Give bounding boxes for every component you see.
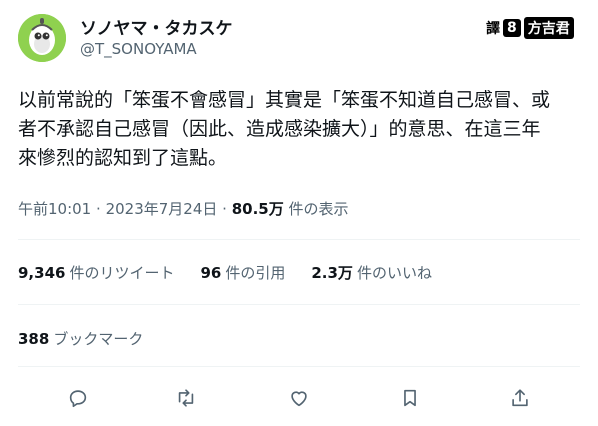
action-bar <box>18 384 580 412</box>
views-count: 80.5万 <box>231 200 284 218</box>
retweets-label: 件のリツイート <box>69 264 175 282</box>
translator-name: 方吉君 <box>523 17 574 39</box>
translator-label: 譯 <box>486 21 500 37</box>
tweet-text: 以前常說的「笨蛋不會感冒」其實是「笨蛋不知道自己感冒、或 者不承認自己感冒（因此… <box>18 89 551 169</box>
quotes-stat[interactable]: 96 件の引用 <box>200 262 285 283</box>
quotes-count: 96 <box>200 264 222 282</box>
likes-count: 2.3万 <box>311 264 353 282</box>
reply-icon <box>69 390 87 408</box>
bookmarks-label: ブックマーク <box>53 330 144 348</box>
like-button[interactable] <box>285 384 313 412</box>
retweets-count: 9,346 <box>18 264 66 282</box>
reply-button[interactable] <box>64 384 92 412</box>
meta-separator: · <box>222 200 227 218</box>
retweet-button[interactable] <box>172 384 200 412</box>
engagement-stats: 9,346 件のリツイート 96 件の引用 2.3万 件のいいね <box>18 262 432 283</box>
divider <box>18 239 580 240</box>
like-icon <box>291 391 307 407</box>
share-icon <box>512 389 528 407</box>
avatar[interactable] <box>18 14 66 62</box>
translator-stamp: 譯 8 方吉君 <box>486 17 574 39</box>
translator-badge: 8 <box>503 19 521 37</box>
likes-label: 件のいいね <box>356 264 432 282</box>
avatar-robot-icon <box>18 14 66 62</box>
bookmark-button[interactable] <box>396 384 424 412</box>
divider <box>18 304 580 305</box>
tweet-meta: 午前10:01 · 2023年7月24日 · 80.5万 件の表示 <box>18 198 349 219</box>
author-handle[interactable]: @T_SONOYAMA <box>80 40 197 58</box>
views-label: 件の表示 <box>288 200 349 218</box>
tweet-date[interactable]: 2023年7月24日 <box>106 200 218 218</box>
bookmark-icon <box>404 389 416 407</box>
meta-separator: · <box>96 200 101 218</box>
retweet-icon <box>178 389 194 407</box>
bookmarks-count: 388 <box>18 330 50 348</box>
quotes-label: 件の引用 <box>225 264 286 282</box>
bookmarks-stat[interactable]: 388 ブックマーク <box>18 328 143 349</box>
share-button[interactable] <box>506 384 534 412</box>
author-display-name[interactable]: ソノヤマ・タカスケ <box>80 14 233 39</box>
tweet-time[interactable]: 午前10:01 <box>18 200 91 218</box>
likes-stat[interactable]: 2.3万 件のいいね <box>311 262 432 283</box>
divider <box>18 366 580 367</box>
retweets-stat[interactable]: 9,346 件のリツイート <box>18 262 174 283</box>
